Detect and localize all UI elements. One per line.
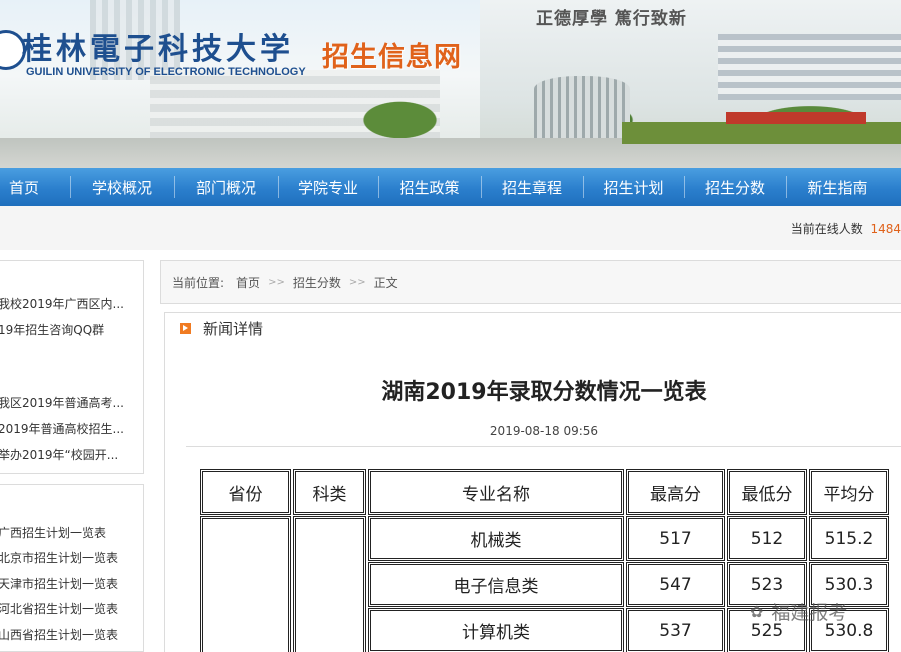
table-header: 省份 bbox=[200, 469, 291, 515]
sidebar-news-item[interactable]: 2019年普通高校招生... bbox=[0, 420, 144, 437]
sidebar-news-item[interactable]: 我区2019年普通高考... bbox=[0, 394, 144, 411]
nav-item-guide[interactable]: 新生指南 bbox=[786, 168, 889, 206]
nav-item-departments[interactable]: 部门概况 bbox=[174, 168, 278, 206]
sidebar-news-box bbox=[0, 260, 144, 474]
article-date: 2019-08-18 09:56 bbox=[489, 424, 599, 438]
table-cell-major: 电子信息类 bbox=[368, 562, 624, 607]
site-name[interactable]: 招生信息网 bbox=[322, 35, 462, 74]
watermark: ✿ 福建报考 bbox=[750, 598, 847, 625]
sidebar-plan-item[interactable]: 河北省招生计划一览表 bbox=[0, 600, 144, 617]
sidebar-plan-item[interactable]: 天津市招生计划一览表 bbox=[0, 575, 144, 592]
info-strip bbox=[0, 206, 901, 250]
table-cell-major: 计算机类 bbox=[368, 608, 624, 652]
school-name[interactable]: 桂林電子科技大学 bbox=[22, 24, 294, 68]
arrow-icon bbox=[180, 323, 191, 334]
news-detail-heading: 新闻详情 bbox=[180, 318, 263, 339]
table-cell-max: 517 bbox=[626, 516, 725, 561]
banner-flowerbed bbox=[622, 122, 901, 144]
breadcrumb-separator: >> bbox=[348, 276, 366, 288]
table-cell-max: 537 bbox=[626, 608, 725, 652]
divider bbox=[186, 446, 901, 447]
table-cell-max: 547 bbox=[626, 562, 725, 607]
nav-item-majors[interactable]: 学院专业 bbox=[278, 168, 378, 206]
header-banner: 桂林電子科技大学 GUILIN UNIVERSITY OF ELECTRONIC… bbox=[0, 0, 901, 168]
table-cell-avg: 515.2 bbox=[809, 516, 889, 561]
wechat-icon: ✿ bbox=[750, 602, 764, 621]
nav-item-scores[interactable]: 招生分数 bbox=[684, 168, 786, 206]
sidebar-plan-item[interactable]: 广西招生计划一览表 bbox=[0, 524, 144, 541]
table-header: 科类 bbox=[293, 469, 366, 515]
online-number: 1484 bbox=[870, 222, 901, 236]
nav-item-home[interactable]: 首页 bbox=[0, 168, 48, 206]
breadcrumb-home[interactable]: 首页 bbox=[236, 274, 260, 291]
sidebar-news-item[interactable]: 举办2019年“校园开... bbox=[0, 446, 144, 463]
nav-item-charter[interactable]: 招生章程 bbox=[481, 168, 583, 206]
nav-item-overview[interactable]: 学校概况 bbox=[70, 168, 174, 206]
table-header: 最低分 bbox=[727, 469, 807, 515]
school-motto: 正德厚學 篤行致新 bbox=[536, 9, 687, 29]
breadcrumb-current: 正文 bbox=[373, 275, 398, 290]
breadcrumb: 当前位置: 首页 >> 招生分数 >> 正文 bbox=[160, 260, 901, 304]
table-header: 平均分 bbox=[809, 469, 889, 515]
online-label: 当前在线人数 bbox=[790, 222, 863, 236]
article-title: 湖南2019年录取分数情况一览表 bbox=[381, 380, 707, 405]
sidebar-news-item[interactable]: 19年招生咨询QQ群 bbox=[0, 321, 144, 338]
breadcrumb-scores[interactable]: 招生分数 bbox=[293, 274, 341, 291]
sidebar-plan-item[interactable]: 北京市招生计划一览表 bbox=[0, 549, 144, 566]
table-cell-province bbox=[200, 516, 291, 652]
news-detail-label: 新闻详情 bbox=[203, 320, 264, 338]
sidebar-news-item[interactable]: 我校2019年广西区内... bbox=[0, 295, 144, 312]
table-cell-min: 512 bbox=[727, 516, 807, 561]
nav-item-plan[interactable]: 招生计划 bbox=[583, 168, 684, 206]
table-cell-category bbox=[293, 516, 366, 652]
watermark-text: 福建报考 bbox=[771, 602, 848, 624]
nav-item-policy[interactable]: 招生政策 bbox=[378, 168, 481, 206]
table-cell-major: 机械类 bbox=[368, 516, 624, 561]
breadcrumb-separator: >> bbox=[268, 276, 285, 288]
online-count: 当前在线人数 1484 bbox=[791, 220, 901, 237]
main-nav: 首页 学校概况 部门概况 学院专业 招生政策 招生章程 招生计划 招生分数 新生… bbox=[0, 168, 901, 206]
school-name-en: GUILIN UNIVERSITY OF ELECTRONIC TECHNOLO… bbox=[26, 66, 306, 78]
table-header: 最高分 bbox=[626, 469, 725, 515]
breadcrumb-prefix: 当前位置: bbox=[172, 275, 225, 290]
banner-red-sign bbox=[726, 112, 866, 124]
table-header: 专业名称 bbox=[368, 469, 624, 515]
sidebar-plan-item[interactable]: 山西省招生计划一览表 bbox=[0, 626, 144, 643]
